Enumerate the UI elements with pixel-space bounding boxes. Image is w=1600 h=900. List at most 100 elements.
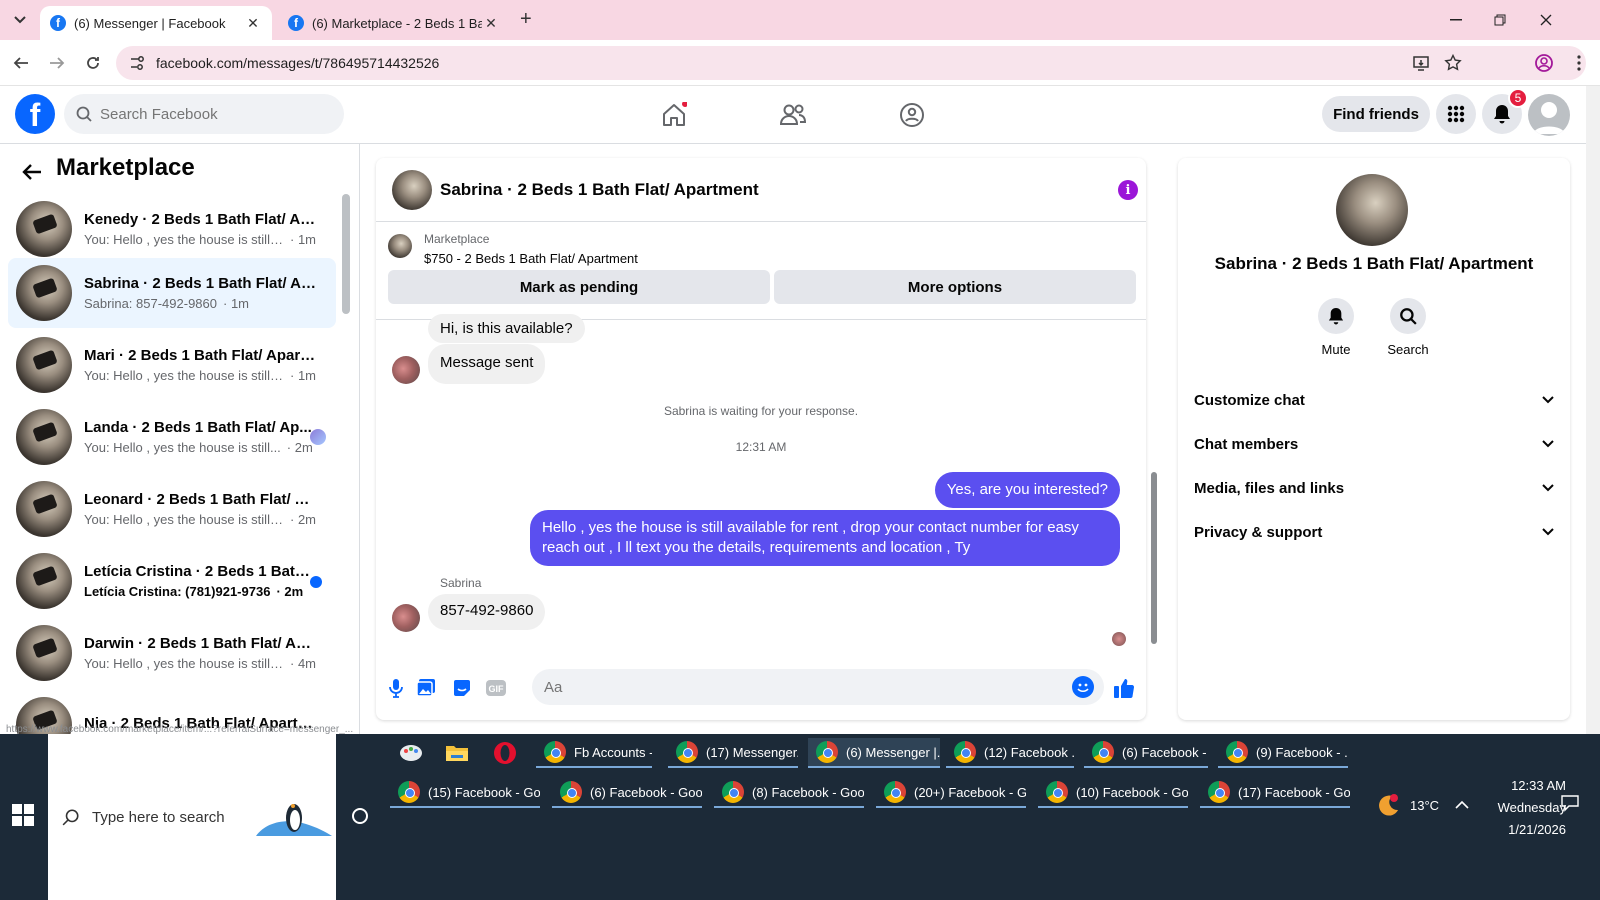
conversation-item-selected[interactable]: Sabrina · 2 Beds 1 Bath Flat/ Apa... Sab…: [8, 258, 336, 328]
search-label: Search: [1387, 342, 1429, 357]
site-info-icon[interactable]: [128, 54, 146, 72]
listing-thumbnail[interactable]: [388, 234, 412, 258]
close-window-button[interactable]: [1526, 8, 1566, 32]
seen-avatar: [310, 429, 326, 445]
paint-app-icon[interactable]: [396, 738, 426, 768]
taskbar-search[interactable]: Type here to search: [48, 734, 336, 900]
tab-search-dropdown[interactable]: [7, 8, 33, 32]
search-in-chat-button[interactable]: Search: [1372, 298, 1444, 357]
conversation-time: · 1m: [223, 296, 249, 311]
info-icon[interactable]: i: [1118, 180, 1138, 200]
more-options-button[interactable]: More options: [774, 270, 1136, 304]
minimize-icon: [1450, 19, 1462, 21]
cortana-icon[interactable]: [352, 808, 368, 824]
voice-clip-button[interactable]: [384, 676, 408, 700]
profile-icon[interactable]: [1534, 53, 1554, 73]
close-tab-icon[interactable]: ✕: [244, 15, 262, 32]
show-hidden-icons-chevron-up-icon[interactable]: [1455, 800, 1469, 810]
chat-scrollbar[interactable]: [1151, 472, 1157, 644]
clock-date[interactable]: 1/21/2026: [1476, 822, 1566, 837]
customize-chat-section[interactable]: Customize chat: [1194, 384, 1554, 416]
find-friends-button[interactable]: Find friends: [1322, 96, 1430, 132]
taskbar-window[interactable]: (20+) Facebook - G...: [876, 778, 1026, 808]
attach-media-button[interactable]: [414, 676, 438, 700]
mark-as-pending-button[interactable]: Mark as pending: [388, 270, 770, 304]
chat-title[interactable]: Sabrina · 2 Beds 1 Bath Flat/ Apartment: [440, 180, 759, 200]
listing-title[interactable]: $750 - 2 Beds 1 Bath Flat/ Apartment: [424, 251, 638, 266]
reload-button[interactable]: [82, 52, 104, 74]
media-files-section[interactable]: Media, files and links: [1194, 472, 1554, 504]
sidebar-scrollbar[interactable]: [342, 194, 350, 314]
sidebar-title: Marketplace: [56, 154, 195, 181]
chat-members-section[interactable]: Chat members: [1194, 428, 1554, 460]
back-button[interactable]: [10, 52, 32, 74]
taskbar-window[interactable]: (8) Facebook - Goo...: [714, 778, 864, 808]
omnibox[interactable]: facebook.com/messages/t/786495714432526: [116, 46, 1586, 80]
contact-name: Sabrina · 2 Beds 1 Bath Flat/ Apartment: [1214, 254, 1534, 273]
page-scrollbar[interactable]: [1586, 86, 1600, 734]
avatar: [16, 553, 72, 609]
address-toolbar: facebook.com/messages/t/786495714432526: [0, 40, 1600, 86]
taskbar-window[interactable]: (6) Facebook - ...: [1084, 738, 1208, 768]
chevron-down-icon: [1542, 440, 1554, 448]
windows-start-icon[interactable]: [12, 804, 34, 826]
taskbar-window[interactable]: (9) Facebook - ...: [1218, 738, 1348, 768]
contact-avatar[interactable]: [1336, 174, 1408, 246]
conversation-item[interactable]: Leonard · 2 Beds 1 Bath Flat/ Ap... You:…: [8, 474, 336, 544]
tab-messenger[interactable]: f (6) Messenger | Facebook ✕: [40, 6, 272, 40]
penguin-decoration-icon: [256, 804, 332, 836]
taskbar-window[interactable]: (17) Facebook - Go...: [1200, 778, 1350, 808]
back-arrow-icon[interactable]: [20, 160, 44, 184]
install-app-icon[interactable]: [1412, 54, 1430, 72]
url-text: facebook.com/messages/t/786495714432526: [156, 55, 440, 71]
facebook-search[interactable]: [64, 94, 344, 134]
conversation-item[interactable]: Landa · 2 Beds 1 Bath Flat/ Ap... You: H…: [8, 402, 336, 472]
message-input-box[interactable]: [532, 669, 1104, 705]
mute-button[interactable]: Mute: [1300, 298, 1372, 357]
conversation-item[interactable]: Mari · 2 Beds 1 Bath Flat/ Apart... You:…: [8, 330, 336, 400]
like-button[interactable]: [1112, 676, 1136, 700]
taskbar-window[interactable]: (6) Facebook - Goo...: [552, 778, 702, 808]
menu-button[interactable]: [1436, 94, 1476, 134]
tab-marketplace[interactable]: f (6) Marketplace - 2 Beds 1 Bath ✕: [278, 6, 510, 40]
clock-day[interactable]: Wednesday: [1476, 800, 1566, 815]
conversation-item[interactable]: Darwin · 2 Beds 1 Bath Flat/ Apa... You:…: [8, 618, 336, 688]
search-input[interactable]: [100, 105, 320, 123]
facebook-favicon-icon: f: [50, 15, 66, 31]
taskbar-window-active[interactable]: (6) Messenger |...: [808, 738, 940, 768]
bookmark-star-icon[interactable]: [1444, 54, 1462, 72]
browser-menu-icon[interactable]: [1576, 54, 1582, 72]
emoji-button[interactable]: [1072, 676, 1094, 698]
message-input[interactable]: [532, 669, 1042, 705]
taskbar-window[interactable]: (10) Facebook - Go...: [1038, 778, 1188, 808]
temperature[interactable]: 13°C: [1410, 798, 1439, 813]
taskbar-window[interactable]: (15) Facebook - Go...: [390, 778, 540, 808]
grid-menu-icon: [1447, 105, 1465, 123]
conversation-item[interactable]: Kenedy · 2 Beds 1 Bath Flat/ Apa... You:…: [8, 194, 336, 264]
weather-moon-icon[interactable]: [1374, 792, 1400, 818]
avatar[interactable]: [392, 170, 432, 210]
conversation-item-unread[interactable]: Letícia Cristina · 2 Beds 1 Bath ... Let…: [8, 546, 336, 616]
opera-browser-icon[interactable]: [490, 738, 520, 768]
taskbar-window[interactable]: Fb Accounts - ...: [536, 738, 652, 768]
restore-button[interactable]: [1480, 8, 1520, 32]
groups-nav[interactable]: [897, 100, 927, 130]
privacy-support-section[interactable]: Privacy & support: [1194, 516, 1554, 548]
clock-time[interactable]: 12:33 AM: [1476, 778, 1566, 793]
sticker-button[interactable]: [450, 676, 474, 700]
taskbar-window[interactable]: (12) Facebook ...: [946, 738, 1074, 768]
file-explorer-icon[interactable]: [442, 738, 472, 768]
close-tab-icon[interactable]: ✕: [482, 15, 500, 32]
taskbar-window[interactable]: (17) Messenger...: [668, 738, 798, 768]
gif-button[interactable]: GIF: [484, 676, 508, 700]
home-nav[interactable]: [659, 100, 689, 130]
incoming-message: Hi, is this available?: [428, 314, 585, 343]
action-center-icon[interactable]: [1560, 794, 1580, 812]
facebook-logo[interactable]: f: [15, 94, 55, 134]
chat-details-panel: Sabrina · 2 Beds 1 Bath Flat/ Apartment …: [1178, 158, 1570, 720]
minimize-button[interactable]: [1436, 8, 1476, 32]
new-tab-button[interactable]: +: [520, 8, 532, 31]
account-avatar[interactable]: [1528, 94, 1570, 136]
forward-button[interactable]: [46, 52, 68, 74]
friends-nav[interactable]: [778, 100, 808, 130]
